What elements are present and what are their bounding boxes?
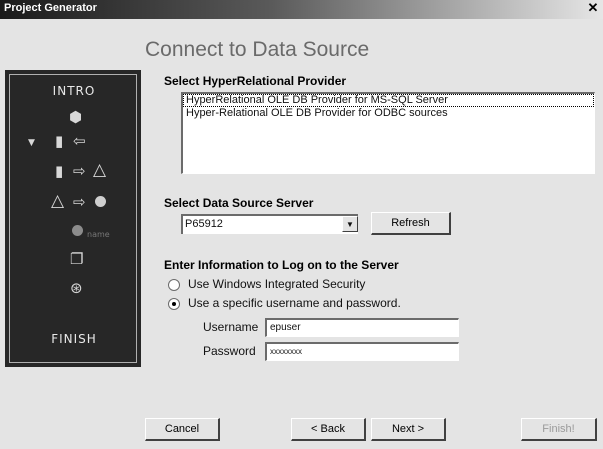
windows-security-label[interactable]: Use Windows Integrated Security [188, 277, 365, 291]
finish-button[interactable]: Finish! [521, 418, 597, 441]
arrow-left-icon: ⇦ [73, 132, 86, 150]
arrow-right-icon: ⇨ [73, 193, 86, 211]
project-generator-window: Project Generator ✕ Connect to Data Sour… [0, 0, 603, 449]
windows-security-radio[interactable] [168, 279, 180, 291]
specific-credentials-label[interactable]: Use a specific username and password. [188, 296, 401, 310]
database-icon: ▮ [55, 162, 64, 180]
arrow-right-icon: ⇨ [73, 162, 86, 180]
step-intro-label: INTRO [52, 84, 96, 98]
chevron-down-icon[interactable]: ▼ [342, 216, 358, 232]
server-section-label: Select Data Source Server [164, 196, 314, 210]
provider-listbox[interactable]: HyperRelational OLE DB Provider for MS-S… [181, 92, 595, 174]
sphere-icon [72, 225, 83, 236]
close-icon[interactable]: ✕ [586, 1, 600, 16]
logon-section-label: Enter Information to Log on to the Serve… [164, 258, 399, 272]
specific-credentials-radio[interactable] [168, 298, 180, 310]
server-select-value: P65912 [185, 218, 223, 230]
globe-icon: ⊛ [70, 279, 83, 297]
next-button[interactable]: Next > [371, 418, 446, 441]
username-label: Username [203, 320, 259, 334]
current-step-marker-icon: ▼ [28, 138, 35, 148]
password-field[interactable]: xxxxxxxx [265, 342, 459, 361]
password-label: Password [203, 344, 256, 358]
database-icon: ▮ [55, 132, 64, 150]
triangle-icon: △ [93, 160, 107, 180]
name-step-label: name [87, 230, 110, 239]
triangle-icon: △ [51, 191, 65, 211]
title-bar[interactable]: Project Generator ✕ [0, 0, 603, 19]
provider-list-item[interactable]: HyperRelational OLE DB Provider for MS-S… [183, 94, 594, 107]
wizard-steps-panel: INTRO ⬢ ▼ ▮ ⇦ ▮ ⇨ △ △ ⇨ name ❐ ⊛ FINISH [5, 70, 141, 367]
username-field[interactable]: epuser [265, 318, 459, 337]
page-icon: ❐ [70, 250, 84, 268]
server-select[interactable]: P65912 ▼ [181, 214, 358, 234]
back-button[interactable]: < Back [291, 418, 366, 441]
provider-list-item[interactable]: Hyper-Relational OLE DB Provider for ODB… [183, 107, 594, 120]
sphere-icon [95, 196, 106, 207]
wizard-steps-frame: INTRO ⬢ ▼ ▮ ⇦ ▮ ⇨ △ △ ⇨ name ❐ ⊛ FINISH [9, 74, 137, 363]
provider-section-label: Select HyperRelational Provider [164, 74, 347, 88]
cube-icon: ⬢ [69, 108, 83, 126]
page-title: Connect to Data Source [145, 38, 370, 61]
window-title: Project Generator [4, 2, 97, 14]
step-finish-label: FINISH [51, 332, 97, 346]
refresh-button[interactable]: Refresh [371, 212, 451, 235]
cancel-button[interactable]: Cancel [145, 418, 220, 441]
